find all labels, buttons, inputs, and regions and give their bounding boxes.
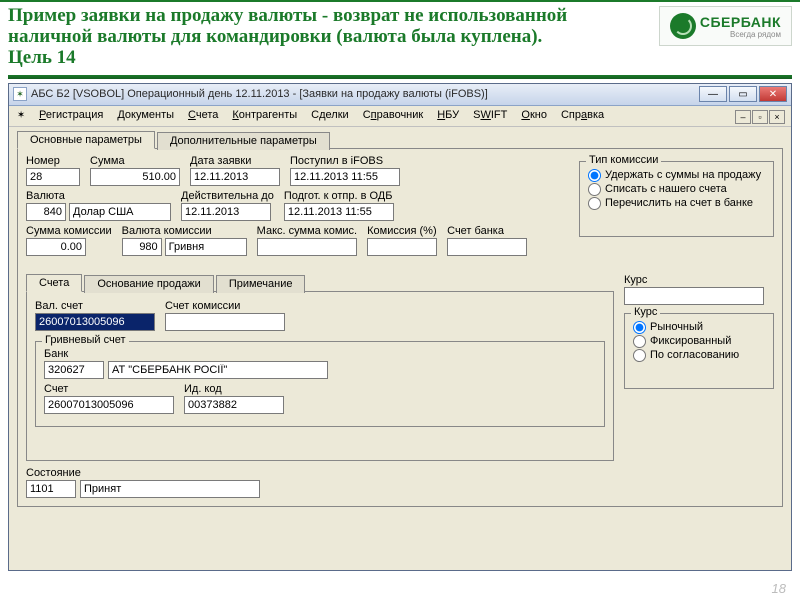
menu-swift[interactable]: SWIFT <box>467 108 513 124</box>
menu-deals[interactable]: Сделки <box>305 108 355 124</box>
rate-input[interactable] <box>624 287 764 305</box>
rate-radio-agreed-label: По согласованию <box>650 349 739 361</box>
received-label: Поступил в iFOBS <box>290 155 400 167</box>
date-input[interactable] <box>190 168 280 186</box>
main-panel: Номер Сумма Дата заявки Поступил в iFOBS… <box>17 148 783 507</box>
mdi-close-button[interactable]: × <box>769 110 785 124</box>
id-label: Ид. код <box>184 383 284 395</box>
slide-title: Пример заявки на продажу валюты - возвра… <box>8 6 568 69</box>
commission-radio-transfer-label: Перечислить на счет в банке <box>605 197 753 209</box>
valid-label: Действительна до <box>181 190 274 202</box>
menu-reference[interactable]: Справочник <box>357 108 430 124</box>
mdi-minimize-button[interactable]: – <box>735 110 751 124</box>
sent-input[interactable] <box>284 203 394 221</box>
acct-label: Счет <box>44 383 174 395</box>
commission-radio-debit[interactable]: Списать с нашего счета <box>588 183 765 196</box>
received-input[interactable] <box>290 168 400 186</box>
tab-main-params[interactable]: Основные параметры <box>17 131 155 149</box>
rate-type-group: Курс Рыночный Фиксированный По согласова… <box>624 313 774 389</box>
menu-help[interactable]: Справка <box>555 108 610 124</box>
number-input[interactable] <box>26 168 80 186</box>
comm-amount-input[interactable] <box>26 238 86 256</box>
menu-counterparties[interactable]: Контрагенты <box>226 108 303 124</box>
commission-radio-withhold[interactable]: Удержать с суммы на продажу <box>588 169 765 182</box>
acct-input[interactable] <box>44 396 174 414</box>
comm-pct-input[interactable] <box>367 238 437 256</box>
comm-pct-label: Комиссия (%) <box>367 225 437 237</box>
number-label: Номер <box>26 155 80 167</box>
comm-amount-label: Сумма комиссии <box>26 225 112 237</box>
state-text-input[interactable] <box>80 480 260 498</box>
date-label: Дата заявки <box>190 155 280 167</box>
uah-account-group: Гривневый счет Банк Счет <box>35 341 605 427</box>
menubar-icon: ✶ <box>13 108 29 124</box>
mdi-restore-button[interactable]: ▫ <box>752 110 768 124</box>
currency-name-input[interactable] <box>69 203 171 221</box>
subtab-accounts[interactable]: Счета <box>26 274 82 292</box>
sent-label: Подгот. к отпр. в ОДБ <box>284 190 394 202</box>
comm-curr-code-input[interactable] <box>122 238 162 256</box>
minimize-button[interactable]: — <box>699 86 727 102</box>
state-code-input[interactable] <box>26 480 76 498</box>
menu-window[interactable]: Окно <box>515 108 553 124</box>
close-button[interactable]: ✕ <box>759 86 787 102</box>
app-icon: ✶ <box>13 87 27 101</box>
sberbank-logo-icon <box>670 13 696 39</box>
window-title: АБС Б2 [VSOBOL] Операционный день 12.11.… <box>31 88 699 100</box>
sberbank-logo: СБЕРБАНК Всегда рядом <box>659 6 792 46</box>
rate-radio-agreed[interactable]: По согласованию <box>633 349 765 362</box>
subtab-basis[interactable]: Основание продажи <box>84 275 213 293</box>
val-acct-label: Вал. счет <box>35 300 155 312</box>
comm-curr-label: Валюта комиссии <box>122 225 247 237</box>
currency-label: Валюта <box>26 190 171 202</box>
logo-tagline: Всегда рядом <box>700 30 781 39</box>
menu-nbu[interactable]: НБУ <box>431 108 465 124</box>
window-titlebar: ✶ АБС Б2 [VSOBOL] Операционный день 12.1… <box>9 84 791 106</box>
bank-label: Банк <box>44 348 328 360</box>
tab-additional-params[interactable]: Дополнительные параметры <box>157 132 330 150</box>
logo-text: СБЕРБАНК <box>700 14 781 30</box>
state-label: Состояние <box>26 467 260 479</box>
menu-accounts[interactable]: Счета <box>182 108 224 124</box>
rate-radio-market-label: Рыночный <box>650 321 703 333</box>
menubar: ✶ Регистрация Документы Счета Контрагент… <box>9 106 791 127</box>
commission-radio-withhold-label: Удержать с суммы на продажу <box>605 169 761 181</box>
menu-documents[interactable]: Документы <box>111 108 180 124</box>
menu-registration[interactable]: Регистрация <box>33 108 109 124</box>
rate-radio-fixed-label: Фиксированный <box>650 335 731 347</box>
page-number: 18 <box>772 581 786 596</box>
commission-radio-transfer[interactable]: Перечислить на счет в банке <box>588 197 765 210</box>
max-comm-input[interactable] <box>257 238 357 256</box>
divider <box>8 75 792 79</box>
max-comm-label: Макс. сумма комис. <box>257 225 357 237</box>
accounts-panel: Вал. счет Счет комиссии Гривневый счет Б… <box>26 291 614 461</box>
maximize-button[interactable]: ▭ <box>729 86 757 102</box>
valid-input[interactable] <box>181 203 271 221</box>
bank-acct-input[interactable] <box>447 238 527 256</box>
bank-acct-label: Счет банка <box>447 225 527 237</box>
bank-name-input[interactable] <box>108 361 328 379</box>
commission-radio-debit-label: Списать с нашего счета <box>605 183 727 195</box>
val-acct-input[interactable] <box>35 313 155 331</box>
id-input[interactable] <box>184 396 284 414</box>
rate-type-legend: Курс <box>631 306 660 318</box>
amount-label: Сумма <box>90 155 180 167</box>
bank-code-input[interactable] <box>44 361 104 379</box>
app-window: ✶ АБС Б2 [VSOBOL] Операционный день 12.1… <box>8 83 792 571</box>
comm-acct-input[interactable] <box>165 313 285 331</box>
commission-type-group: Тип комиссии Удержать с суммы на продажу… <box>579 161 774 237</box>
rate-radio-fixed[interactable]: Фиксированный <box>633 335 765 348</box>
comm-curr-name-input[interactable] <box>165 238 247 256</box>
currency-code-input[interactable] <box>26 203 66 221</box>
subtab-note[interactable]: Примечание <box>216 275 306 293</box>
amount-input[interactable] <box>90 168 180 186</box>
rate-label: Курс <box>624 274 774 286</box>
commission-type-legend: Тип комиссии <box>586 154 661 166</box>
uah-account-legend: Гривневый счет <box>42 334 129 346</box>
comm-acct-label: Счет комиссии <box>165 300 285 312</box>
rate-radio-market[interactable]: Рыночный <box>633 321 765 334</box>
